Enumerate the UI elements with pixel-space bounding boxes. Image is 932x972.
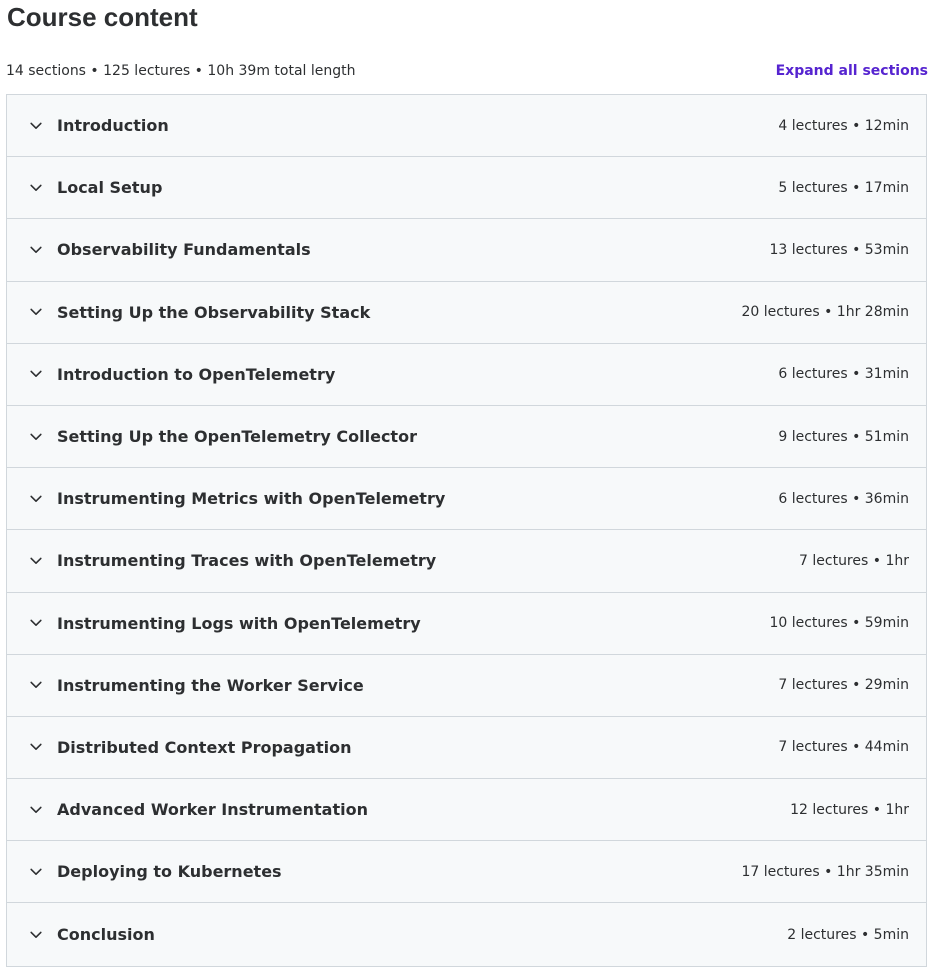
section-meta: 6 lectures • 31min [778, 366, 909, 383]
section-row[interactable]: Deploying to Kubernetes 17 lectures • 1h… [7, 841, 926, 904]
section-meta: 12 lectures • 1hr [790, 801, 909, 818]
section-meta: 5 lectures • 17min [778, 179, 909, 196]
section-title: Introduction [57, 116, 169, 136]
chevron-down-icon[interactable] [30, 182, 42, 194]
chevron-down-icon[interactable] [30, 306, 42, 318]
course-summary-row: 14 sections • 125 lectures • 10h 39m tot… [6, 60, 928, 82]
section-title: Conclusion [57, 925, 155, 945]
section-row[interactable]: Setting Up the OpenTelemetry Collector 9… [7, 405, 926, 469]
section-meta: 4 lectures • 12min [778, 117, 909, 134]
section-row[interactable]: Instrumenting Traces with OpenTelemetry … [7, 530, 926, 593]
section-title: Instrumenting the Worker Service [57, 675, 364, 695]
chevron-down-icon[interactable] [30, 368, 42, 380]
section-title: Distributed Context Propagation [57, 737, 352, 757]
section-meta: 17 lectures • 1hr 35min [741, 863, 909, 880]
section-row[interactable]: Advanced Worker Instrumentation 12 lectu… [7, 779, 926, 842]
page-title: Course content [7, 2, 198, 32]
section-meta: 6 lectures • 36min [778, 490, 909, 507]
section-meta: 10 lectures • 59min [769, 615, 909, 632]
section-meta: 2 lectures • 5min [787, 926, 909, 943]
section-row[interactable]: Distributed Context Propagation 7 lectur… [7, 716, 926, 780]
section-meta: 9 lectures • 51min [778, 428, 909, 445]
section-row[interactable]: Observability Fundamentals 13 lectures •… [7, 219, 926, 282]
chevron-down-icon[interactable] [30, 741, 42, 753]
section-row[interactable]: Instrumenting Metrics with OpenTelemetry… [7, 468, 926, 531]
section-row[interactable]: Setting Up the Observability Stack 20 le… [7, 281, 926, 344]
section-row[interactable]: Instrumenting the Worker Service 7 lectu… [7, 654, 926, 717]
section-row[interactable]: Introduction to OpenTelemetry 6 lectures… [7, 343, 926, 406]
section-title: Advanced Worker Instrumentation [57, 800, 368, 820]
chevron-down-icon[interactable] [30, 555, 42, 567]
section-meta: 13 lectures • 53min [769, 241, 909, 258]
section-meta: 7 lectures • 1hr [799, 552, 909, 569]
section-title: Setting Up the Observability Stack [57, 302, 371, 322]
chevron-down-icon[interactable] [30, 244, 42, 256]
chevron-down-icon[interactable] [30, 929, 42, 941]
section-row[interactable]: Local Setup 5 lectures • 17min [7, 157, 926, 220]
section-title: Instrumenting Logs with OpenTelemetry [57, 613, 421, 633]
section-row[interactable]: Introduction 4 lectures • 12min [7, 95, 926, 158]
chevron-down-icon[interactable] [30, 120, 42, 132]
chevron-down-icon[interactable] [30, 804, 42, 816]
section-title: Observability Fundamentals [57, 240, 311, 260]
section-meta: 7 lectures • 44min [778, 739, 909, 756]
section-title: Instrumenting Metrics with OpenTelemetry [57, 489, 446, 509]
chevron-down-icon[interactable] [30, 493, 42, 505]
course-summary: 14 sections • 125 lectures • 10h 39m tot… [6, 63, 356, 79]
chevron-down-icon[interactable] [30, 431, 42, 443]
section-title: Introduction to OpenTelemetry [57, 364, 336, 384]
section-list: Introduction 4 lectures • 12min Local Se… [6, 94, 927, 967]
section-title: Instrumenting Traces with OpenTelemetry [57, 551, 437, 571]
chevron-down-icon[interactable] [30, 617, 42, 629]
section-title: Deploying to Kubernetes [57, 862, 282, 882]
section-row[interactable]: Instrumenting Logs with OpenTelemetry 10… [7, 592, 926, 655]
expand-all-sections-button[interactable]: Expand all sections [776, 63, 928, 79]
chevron-down-icon[interactable] [30, 866, 42, 878]
section-meta: 20 lectures • 1hr 28min [741, 304, 909, 321]
section-meta: 7 lectures • 29min [778, 677, 909, 694]
chevron-down-icon[interactable] [30, 679, 42, 691]
section-title: Local Setup [57, 178, 163, 198]
section-row[interactable]: Conclusion 2 lectures • 5min [7, 903, 926, 966]
section-title: Setting Up the OpenTelemetry Collector [57, 427, 417, 447]
